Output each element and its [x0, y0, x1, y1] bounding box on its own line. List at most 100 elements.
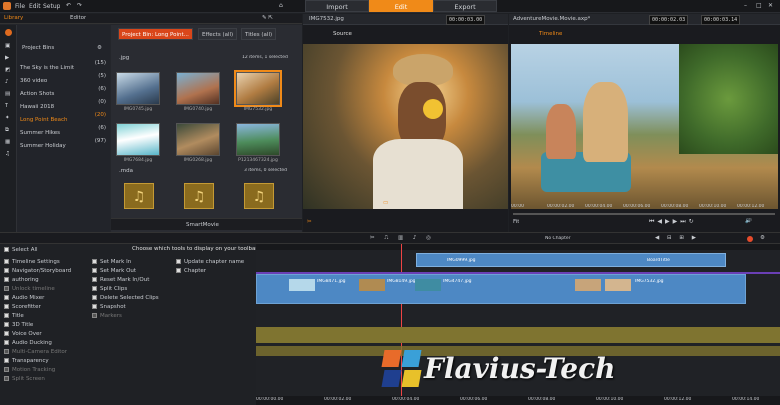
- audio-icon[interactable]: ♪: [5, 79, 9, 85]
- option-checkbox[interactable]: Motion Tracking: [4, 366, 84, 375]
- option-checkbox[interactable]: Title: [4, 312, 84, 321]
- project-bin-icon[interactable]: [5, 29, 12, 36]
- transition-icon[interactable]: ⧉: [5, 127, 9, 134]
- group-mda[interactable]: .mda: [119, 168, 133, 174]
- bins-settings-icon[interactable]: ⚙: [97, 45, 102, 51]
- record-icon[interactable]: [747, 236, 753, 242]
- player-scale-2: 00:00:04.00: [585, 204, 613, 209]
- bin-item[interactable]: Summer Holiday (97): [20, 136, 108, 149]
- option-checkbox[interactable]: Set Mark Out: [92, 267, 172, 276]
- bin-item[interactable]: 360 video (5): [20, 71, 108, 84]
- fit-dropdown[interactable]: Fit: [513, 219, 519, 225]
- clip-thumbnail: [575, 279, 601, 291]
- transport-controls[interactable]: ⏮◀▶▶⏭↻: [649, 218, 697, 226]
- menu-edit[interactable]: Edit: [29, 3, 41, 10]
- sound-icon[interactable]: ♫: [5, 151, 10, 157]
- library-pin-icon[interactable]: ✎ ⇱: [262, 15, 273, 21]
- option-checkbox[interactable]: Update chapter name: [176, 258, 254, 267]
- media-thumbnail[interactable]: [176, 72, 220, 105]
- mode-edit[interactable]: Edit: [369, 0, 433, 12]
- mode-export[interactable]: Export: [433, 0, 497, 12]
- option-checkbox[interactable]: Navigator/Storyboard: [4, 267, 84, 276]
- tab-project-bin[interactable]: Project Bin: Long Point...: [118, 28, 193, 40]
- smartmovie-button[interactable]: SmartMovie: [186, 222, 219, 228]
- media-thumbnail-selected[interactable]: [234, 70, 282, 107]
- volume-icon[interactable]: 🔊: [745, 218, 752, 224]
- player-scale-5: 00:00:10.00: [699, 204, 727, 209]
- menu-file[interactable]: File: [15, 3, 25, 10]
- close-icon[interactable]: ✕: [768, 2, 773, 9]
- option-checkbox[interactable]: Markers: [92, 312, 172, 321]
- option-checkbox[interactable]: Transparency: [4, 357, 84, 366]
- audio-track[interactable]: [256, 327, 780, 343]
- option-checkbox[interactable]: Chapter: [176, 267, 254, 276]
- maximize-icon[interactable]: □: [756, 2, 762, 9]
- option-checkbox[interactable]: Delete Selected Clips: [92, 294, 172, 303]
- music-file-icon[interactable]: ♫: [244, 183, 274, 209]
- tab-library[interactable]: Library: [4, 15, 23, 21]
- option-checkbox[interactable]: Multi-Camera Editor: [4, 348, 84, 357]
- option-checkbox[interactable]: Audio Ducking: [4, 339, 84, 348]
- minimize-icon[interactable]: –: [744, 2, 747, 9]
- option-checkbox[interactable]: Timeline Settings: [4, 258, 84, 267]
- undo-icon[interactable]: ↶: [66, 2, 71, 9]
- project-icon[interactable]: ▤: [5, 91, 10, 97]
- title-track-clip[interactable]: IMG0999.jpg BoardTitle: [416, 253, 726, 267]
- source-trim-icon[interactable]: ✂: [307, 219, 312, 225]
- tab-titles[interactable]: Titles (all): [241, 28, 277, 40]
- effects-icon[interactable]: ✦: [5, 115, 10, 121]
- media-thumbnail[interactable]: [176, 123, 220, 156]
- option-checkbox[interactable]: Audio Mixer: [4, 294, 84, 303]
- bin-item[interactable]: Hawaii 2018 (0): [20, 97, 108, 110]
- option-checkbox[interactable]: Set Mark In: [92, 258, 172, 267]
- mode-import[interactable]: Import: [305, 0, 369, 12]
- video-icon[interactable]: ▶: [5, 55, 9, 61]
- player-scale-1: 00:00:02.00: [547, 204, 575, 209]
- source-snapshot-icon[interactable]: ▭: [383, 200, 388, 206]
- option-checkbox[interactable]: Voice Over: [4, 330, 84, 339]
- option-checkbox[interactable]: authoring: [4, 276, 84, 285]
- clip-thumbnail: [415, 279, 441, 291]
- tab-effects[interactable]: Effects (all): [198, 28, 238, 40]
- option-checkbox[interactable]: Snapshot: [92, 303, 172, 312]
- media-thumbnail[interactable]: [116, 72, 160, 105]
- bin-item-selected[interactable]: Long Point Beach (20): [20, 110, 108, 123]
- chapter-dropdown[interactable]: No Chapter: [545, 236, 571, 241]
- source-timecode: 00:00:03.00: [446, 15, 486, 25]
- music-file-icon[interactable]: ♫: [124, 183, 154, 209]
- project-filename: AdventureMovie.Movie.axp*: [513, 16, 591, 22]
- option-checkbox[interactable]: Unlock timeline: [4, 285, 84, 294]
- timeline-tab[interactable]: Timeline: [539, 31, 562, 37]
- settings-icon[interactable]: ⚙: [760, 235, 765, 241]
- music-file-icon[interactable]: ♫: [184, 183, 214, 209]
- redo-icon[interactable]: ↷: [77, 2, 82, 9]
- media-thumbnail[interactable]: [116, 123, 160, 156]
- tab-editor[interactable]: Editor: [70, 15, 86, 21]
- video-track-clip[interactable]: IMG8149.jpg IMG4747.jpg IMG7532.jpg IMG8…: [256, 274, 746, 304]
- home-icon[interactable]: ⌂: [279, 2, 283, 9]
- group-mda-info: 3 items, 0 selected: [244, 168, 287, 173]
- bin-item[interactable]: The Sky is the Limit (15): [20, 58, 108, 71]
- menu-setup[interactable]: Setup: [43, 3, 60, 10]
- thumb-label: IMG7684.jpg: [123, 158, 153, 163]
- photo-icon[interactable]: ◩: [5, 67, 10, 73]
- select-all-option[interactable]: Select All: [4, 246, 38, 255]
- bin-item[interactable]: Summer Hikes (6): [20, 123, 108, 136]
- source-tab[interactable]: Source: [333, 31, 352, 37]
- media-thumbnail[interactable]: [236, 123, 280, 156]
- media-icon[interactable]: ▣: [5, 43, 10, 49]
- montage-icon[interactable]: ▦: [5, 139, 10, 145]
- title-icon[interactable]: T: [5, 103, 8, 109]
- player-scrub-bar[interactable]: [513, 213, 775, 215]
- timeline-view-icons[interactable]: ◀ ⊟ ⊞ ▶: [655, 235, 699, 241]
- option-checkbox[interactable]: Scorefitter: [4, 303, 84, 312]
- clip-thumbnail: [289, 279, 315, 291]
- group-jpg[interactable]: .jpg: [119, 55, 129, 61]
- option-checkbox[interactable]: Split Screen: [4, 375, 84, 384]
- option-checkbox[interactable]: Split Clips: [92, 285, 172, 294]
- clip-thumbnail: [605, 279, 631, 291]
- bin-item[interactable]: Action Shots (6): [20, 84, 108, 97]
- option-checkbox[interactable]: 3D Title: [4, 321, 84, 330]
- option-checkbox[interactable]: Reset Mark In/Out: [92, 276, 172, 285]
- edit-tools-icons[interactable]: ✂ ⎍ ▥ ♪ ◎: [370, 235, 435, 242]
